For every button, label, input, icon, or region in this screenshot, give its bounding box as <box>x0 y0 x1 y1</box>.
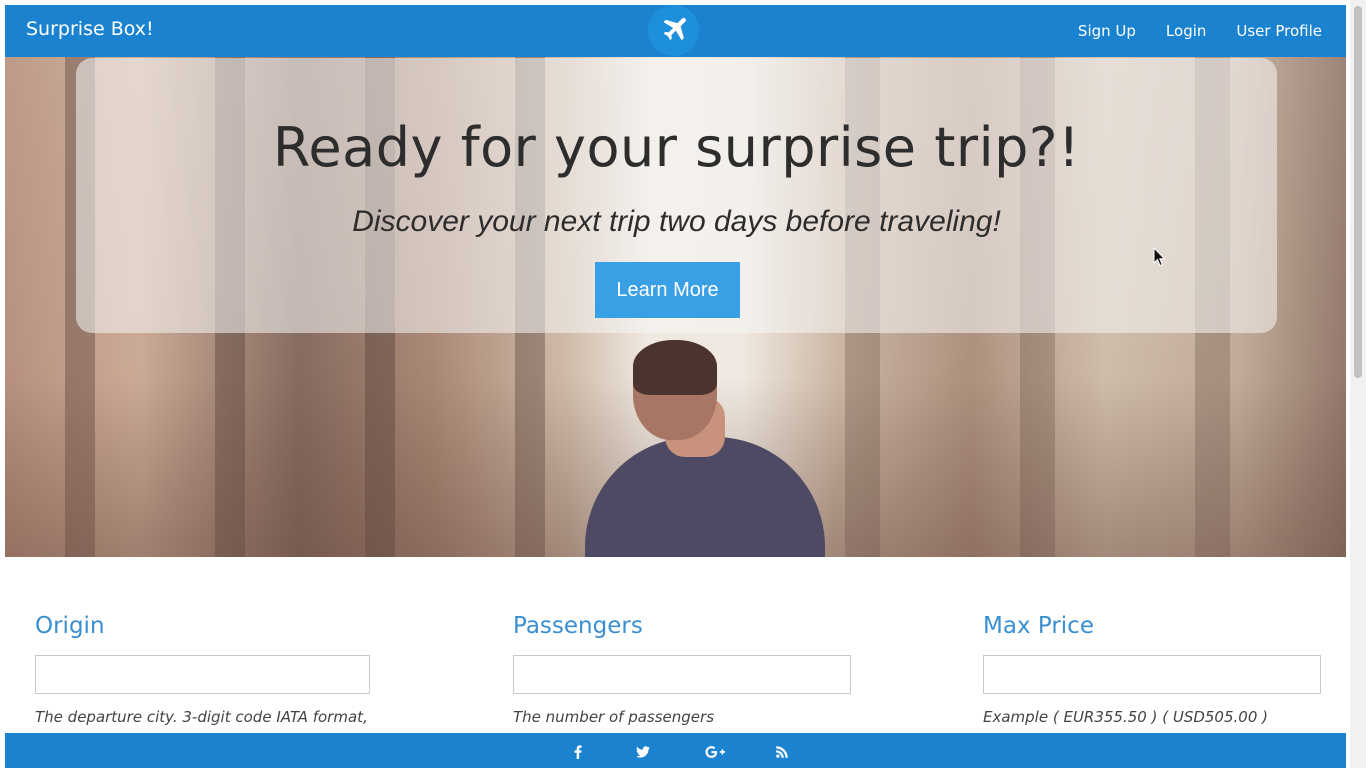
max-price-label: Max Price <box>983 613 1094 639</box>
origin-input[interactable] <box>35 655 370 694</box>
twitter-icon[interactable] <box>633 742 653 762</box>
nav-links: Sign Up Login User Profile <box>1048 22 1322 40</box>
page: Surprise Box! Sign Up Login User Profile… <box>5 5 1346 768</box>
airplane-icon[interactable] <box>648 5 699 56</box>
facebook-icon[interactable] <box>568 742 588 762</box>
footer <box>5 733 1346 768</box>
page-scrollbar[interactable] <box>1350 0 1366 768</box>
origin-help: The departure city. 3-digit code IATA fo… <box>35 708 368 733</box>
hero-banner: Ready for your surprise trip?! Discover … <box>5 57 1346 557</box>
max-price-help: Example ( EUR355.50 ) ( USD505.00 ) <box>983 708 1268 726</box>
brand-link[interactable]: Surprise Box! <box>26 18 154 40</box>
mouse-pointer-icon <box>1153 246 1167 267</box>
passengers-help: The number of passengers <box>513 708 715 726</box>
hero-jumbotron: Ready for your surprise trip?! Discover … <box>76 58 1277 333</box>
nav-link-user-profile[interactable]: User Profile <box>1236 22 1322 40</box>
navbar: Surprise Box! Sign Up Login User Profile <box>5 5 1346 57</box>
rss-icon[interactable] <box>772 742 792 762</box>
hero-subtitle: Discover your next trip two days before … <box>352 205 1001 238</box>
passengers-input[interactable] <box>513 655 851 694</box>
learn-more-button[interactable]: Learn More <box>595 262 740 318</box>
hero-title: Ready for your surprise trip?! <box>272 116 1081 179</box>
max-price-input[interactable] <box>983 655 1321 694</box>
origin-label: Origin <box>35 613 105 639</box>
max-price-group: Max Price Example ( EUR355.50 ) ( USD505… <box>983 613 1321 726</box>
passengers-label: Passengers <box>513 613 643 639</box>
scrollbar-thumb[interactable] <box>1354 6 1362 378</box>
passengers-group: Passengers The number of passengers <box>513 613 851 726</box>
google-plus-icon[interactable] <box>702 742 728 762</box>
nav-link-login[interactable]: Login <box>1166 22 1206 40</box>
hero-person-hair <box>633 340 717 395</box>
origin-group: Origin The departure city. 3-digit code … <box>35 613 370 733</box>
nav-link-sign-up[interactable]: Sign Up <box>1078 22 1136 40</box>
